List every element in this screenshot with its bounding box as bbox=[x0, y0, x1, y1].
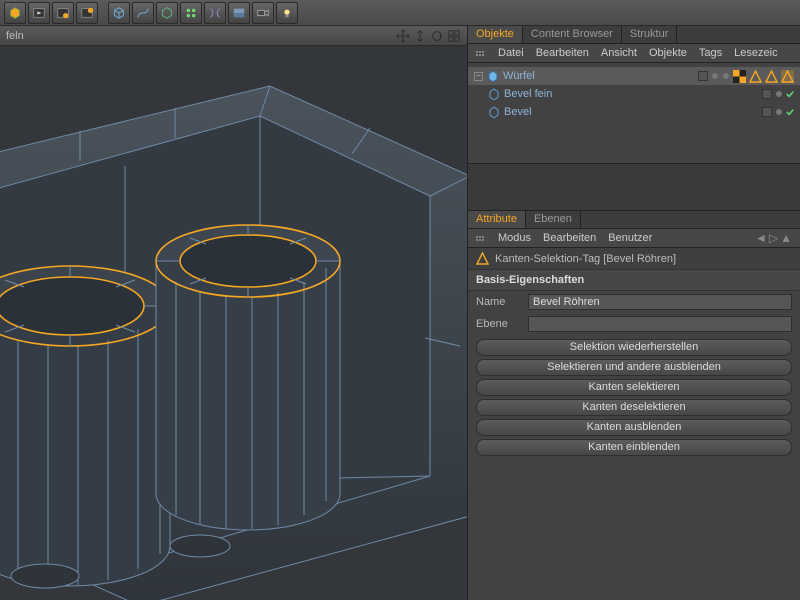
nav-fwd-icon[interactable]: ▷ bbox=[769, 231, 778, 245]
visibility-dot-icon[interactable] bbox=[775, 108, 783, 116]
object-manager-tabs: Objekte Content Browser Struktur bbox=[468, 26, 800, 44]
visibility-dot-icon[interactable] bbox=[775, 90, 783, 98]
maximize-viewport-icon[interactable] bbox=[447, 29, 461, 43]
field-label-layer: Ebene bbox=[476, 318, 522, 330]
attribute-title: Kanten-Selektion-Tag [Bevel Röhren] bbox=[495, 253, 676, 265]
expander-icon[interactable]: − bbox=[474, 72, 483, 81]
deselect-edges-button[interactable]: Kanten deselektieren bbox=[476, 399, 792, 416]
menu-view[interactable]: Ansicht bbox=[601, 47, 637, 59]
menu-objects[interactable]: Objekte bbox=[649, 47, 687, 59]
tree-item-label: Bevel bbox=[504, 106, 532, 118]
polygon-object-icon bbox=[487, 70, 499, 82]
edge-selection-tag-selected-icon[interactable] bbox=[781, 70, 794, 83]
hide-edges-button[interactable]: Kanten ausblenden bbox=[476, 419, 792, 436]
tab-content-browser[interactable]: Content Browser bbox=[523, 26, 622, 43]
section-basis: Basis-Eigenschaften bbox=[468, 270, 800, 291]
select-edges-button[interactable]: Kanten selektieren bbox=[476, 379, 792, 396]
viewport-title: feln bbox=[6, 30, 24, 42]
render-settings-button[interactable] bbox=[52, 2, 74, 24]
main-toolbar bbox=[0, 0, 800, 26]
bevel-deformer-icon bbox=[488, 88, 500, 100]
attr-menu-edit[interactable]: Bearbeiten bbox=[543, 232, 596, 244]
field-label-name: Name bbox=[476, 296, 522, 308]
menu-bookmarks[interactable]: Lesezeic bbox=[734, 47, 777, 59]
spline-pen-button[interactable] bbox=[132, 2, 154, 24]
layer-slot[interactable] bbox=[762, 107, 772, 117]
layer-slot[interactable] bbox=[698, 71, 708, 81]
menu-edit[interactable]: Bearbeiten bbox=[536, 47, 589, 59]
name-input[interactable] bbox=[528, 294, 792, 310]
tab-objects[interactable]: Objekte bbox=[468, 26, 523, 43]
perspective-viewport[interactable]: feln bbox=[0, 26, 467, 600]
tree-item-label: Bevel fein bbox=[504, 88, 552, 100]
tab-attribute[interactable]: Attribute bbox=[468, 211, 526, 228]
wireframe-render bbox=[0, 46, 467, 600]
texture-tag-icon[interactable] bbox=[733, 70, 746, 83]
viewport-header: feln bbox=[0, 26, 467, 46]
nav-up-icon[interactable]: ▲ bbox=[780, 231, 792, 245]
render-region-button[interactable] bbox=[76, 2, 98, 24]
tab-layers[interactable]: Ebenen bbox=[526, 211, 581, 228]
move-viewport-icon[interactable] bbox=[396, 29, 410, 43]
deformer-button[interactable] bbox=[204, 2, 226, 24]
camera-button[interactable] bbox=[252, 2, 274, 24]
nurbs-button[interactable] bbox=[156, 2, 178, 24]
primitive-cube-button[interactable] bbox=[4, 2, 26, 24]
edge-selection-tag-icon[interactable] bbox=[765, 70, 778, 83]
cube-object-button[interactable] bbox=[108, 2, 130, 24]
light-button[interactable] bbox=[276, 2, 298, 24]
enable-check-icon[interactable] bbox=[786, 108, 794, 116]
attr-history-nav[interactable]: ◄ ▷ ▲ bbox=[755, 231, 792, 245]
tree-item-bevel-fein[interactable]: Bevel fein bbox=[482, 85, 800, 103]
object-tree[interactable]: − Würfel Bevel fein bbox=[468, 63, 800, 163]
show-edges-button[interactable]: Kanten einblenden bbox=[476, 439, 792, 456]
tree-item-label: Würfel bbox=[503, 70, 535, 82]
attr-menu-user[interactable]: Benutzer bbox=[608, 232, 652, 244]
edge-selection-tag-icon bbox=[476, 252, 489, 265]
attribute-manager: Attribute Ebenen Modus Bearbeiten Benutz… bbox=[468, 211, 800, 600]
restore-selection-button[interactable]: Selektion wiederherstellen bbox=[476, 339, 792, 356]
visibility-dot-icon[interactable] bbox=[722, 72, 730, 80]
menu-tags[interactable]: Tags bbox=[699, 47, 722, 59]
array-button[interactable] bbox=[180, 2, 202, 24]
environment-button[interactable] bbox=[228, 2, 250, 24]
visibility-dot-icon[interactable] bbox=[711, 72, 719, 80]
tree-item-bevel[interactable]: Bevel bbox=[482, 103, 800, 121]
object-manager-menubar: Datei Bearbeiten Ansicht Objekte Tags Le… bbox=[468, 44, 800, 63]
attr-menu-mode[interactable]: Modus bbox=[498, 232, 531, 244]
tree-item-wuerfel[interactable]: − Würfel bbox=[468, 67, 800, 85]
zoom-viewport-icon[interactable] bbox=[413, 29, 427, 43]
bevel-deformer-icon bbox=[488, 106, 500, 118]
edge-selection-tag-icon[interactable] bbox=[749, 70, 762, 83]
render-view-button[interactable] bbox=[28, 2, 50, 24]
select-hide-others-button[interactable]: Selektieren und andere ausblenden bbox=[476, 359, 792, 376]
tab-structure[interactable]: Struktur bbox=[622, 26, 678, 43]
menu-file[interactable]: Datei bbox=[498, 47, 524, 59]
nav-back-icon[interactable]: ◄ bbox=[755, 231, 767, 245]
enable-check-icon[interactable] bbox=[786, 90, 794, 98]
layer-slot[interactable] bbox=[762, 89, 772, 99]
layer-input[interactable] bbox=[528, 316, 792, 332]
rotate-viewport-icon[interactable] bbox=[430, 29, 444, 43]
